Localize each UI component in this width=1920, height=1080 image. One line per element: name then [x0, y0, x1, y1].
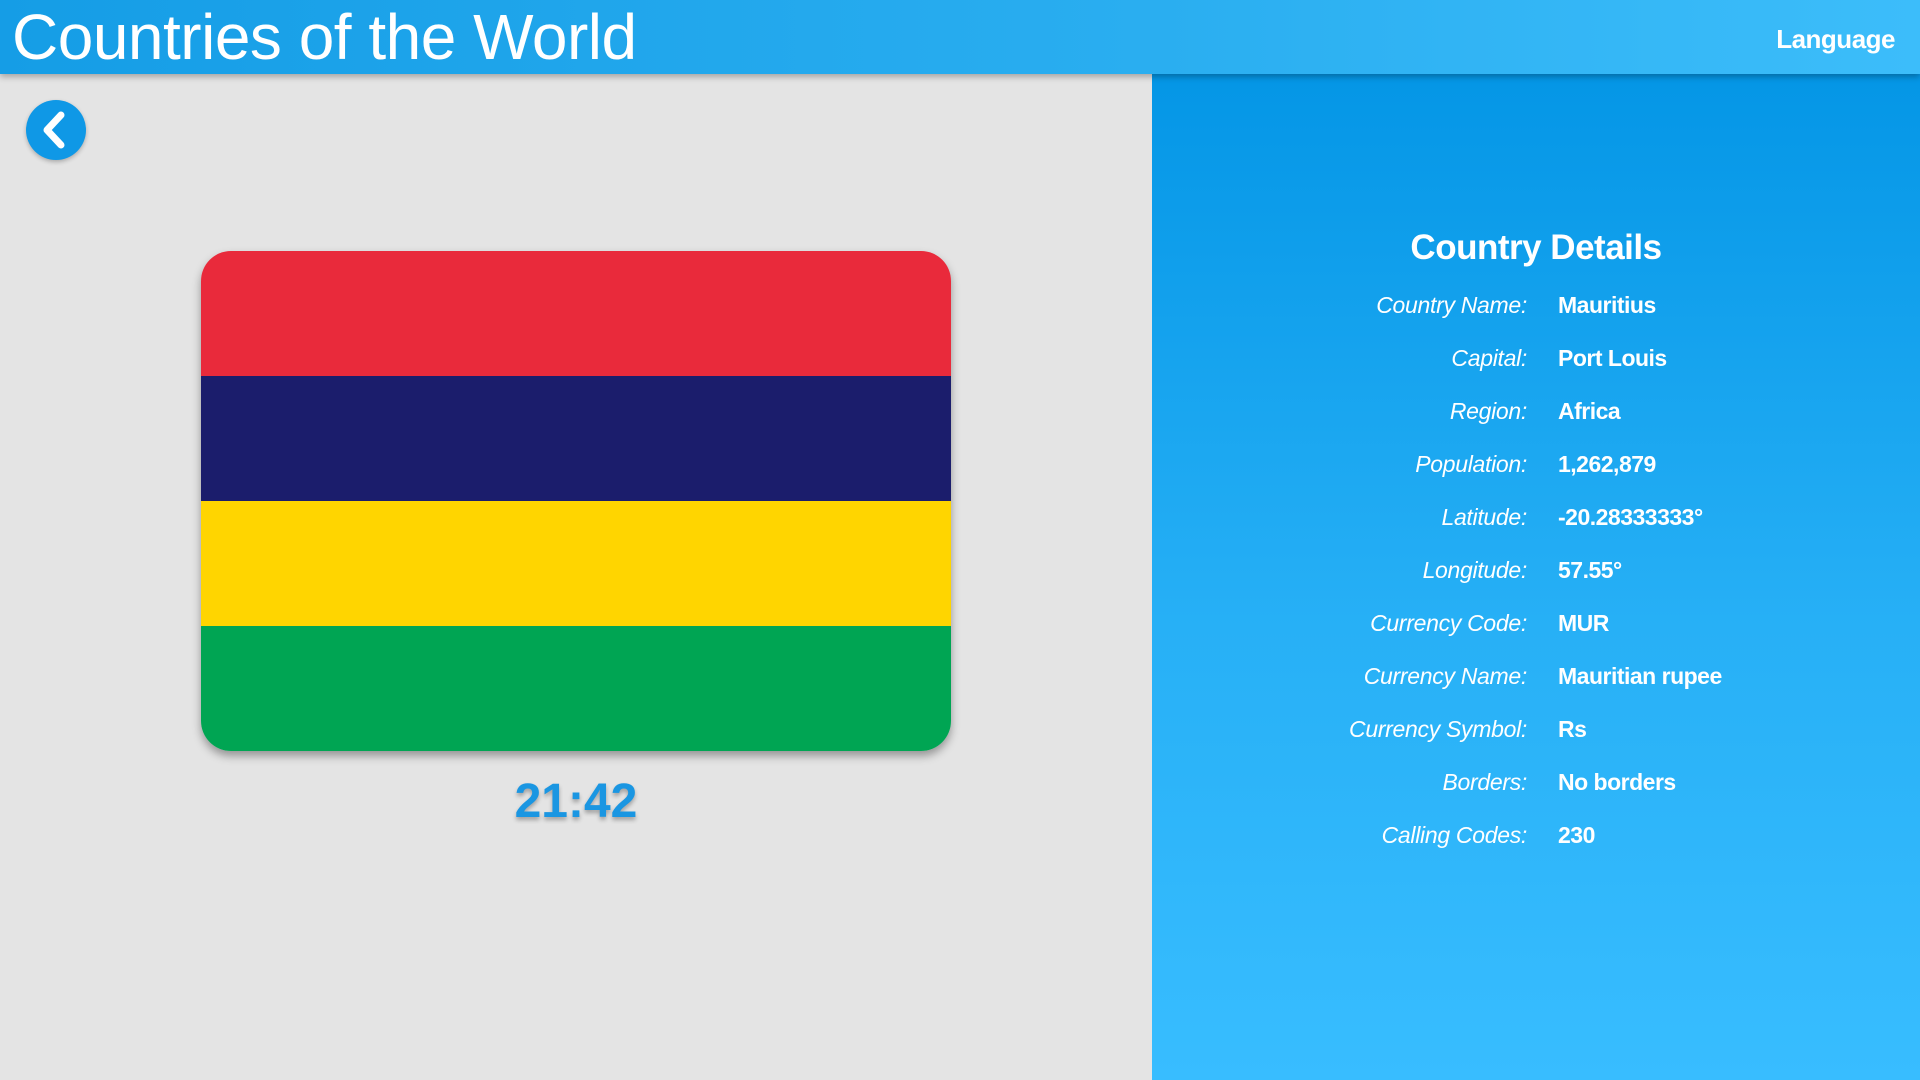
chevron-left-icon	[43, 111, 65, 149]
flag-stripe-red	[201, 251, 951, 376]
detail-value: Mauritius	[1558, 292, 1656, 318]
detail-row-currency-symbol: Currency Symbol: Rs	[1152, 710, 1920, 763]
details-list: Country Name: Mauritius Capital: Port Lo…	[1152, 286, 1920, 869]
detail-value: No borders	[1558, 769, 1676, 795]
detail-row-currency-name: Currency Name: Mauritian rupee	[1152, 657, 1920, 710]
detail-value: Port Louis	[1558, 345, 1667, 371]
detail-value: Africa	[1558, 398, 1621, 424]
detail-row-region: Region: Africa	[1152, 392, 1920, 445]
details-title: Country Details	[1410, 228, 1662, 267]
detail-label: Region:	[1449, 398, 1527, 424]
detail-label: Currency Code:	[1370, 610, 1527, 636]
flag-pane: 21:42	[0, 74, 1152, 1080]
detail-row-capital: Capital: Port Louis	[1152, 339, 1920, 392]
back-button[interactable]	[26, 100, 86, 160]
flag-stripe-yellow	[201, 501, 951, 626]
detail-value: -20.28333333°	[1558, 504, 1703, 530]
app-title: Countries of the World	[12, 1, 637, 73]
detail-label: Country Name:	[1376, 292, 1527, 318]
detail-label: Calling Codes:	[1381, 822, 1528, 848]
detail-value: 230	[1558, 822, 1595, 848]
detail-label: Capital:	[1451, 345, 1527, 371]
detail-row-longitude: Longitude: 57.55°	[1152, 551, 1920, 604]
detail-row-latitude: Latitude: -20.28333333°	[1152, 498, 1920, 551]
detail-row-population: Population: 1,262,879	[1152, 445, 1920, 498]
flag-stripe-green	[201, 626, 951, 751]
detail-value: 1,262,879	[1558, 451, 1656, 477]
flag-stripe-blue	[201, 376, 951, 501]
detail-row-currency-code: Currency Code: MUR	[1152, 604, 1920, 657]
detail-label: Longitude:	[1422, 557, 1528, 583]
detail-label: Latitude:	[1441, 504, 1527, 530]
detail-label: Currency Symbol:	[1349, 716, 1527, 742]
detail-value: 57.55°	[1558, 557, 1622, 583]
detail-row-borders: Borders: No borders	[1152, 763, 1920, 816]
detail-row-calling-codes: Calling Codes: 230	[1152, 816, 1920, 869]
detail-label: Population:	[1415, 451, 1527, 477]
language-menu-button[interactable]: Language	[1776, 24, 1895, 55]
detail-label: Borders:	[1442, 769, 1527, 795]
detail-value: Mauritian rupee	[1558, 663, 1722, 689]
app-header: Countries of the World Language	[0, 0, 1920, 74]
country-flag	[201, 251, 951, 751]
detail-value: Rs	[1558, 716, 1587, 742]
detail-row-country-name: Country Name: Mauritius	[1152, 286, 1920, 339]
detail-value: MUR	[1558, 610, 1609, 636]
clock-time: 21:42	[514, 775, 638, 828]
country-details-panel: Country Details Country Name: Mauritius …	[1152, 74, 1920, 1080]
detail-label: Currency Name:	[1363, 663, 1528, 689]
